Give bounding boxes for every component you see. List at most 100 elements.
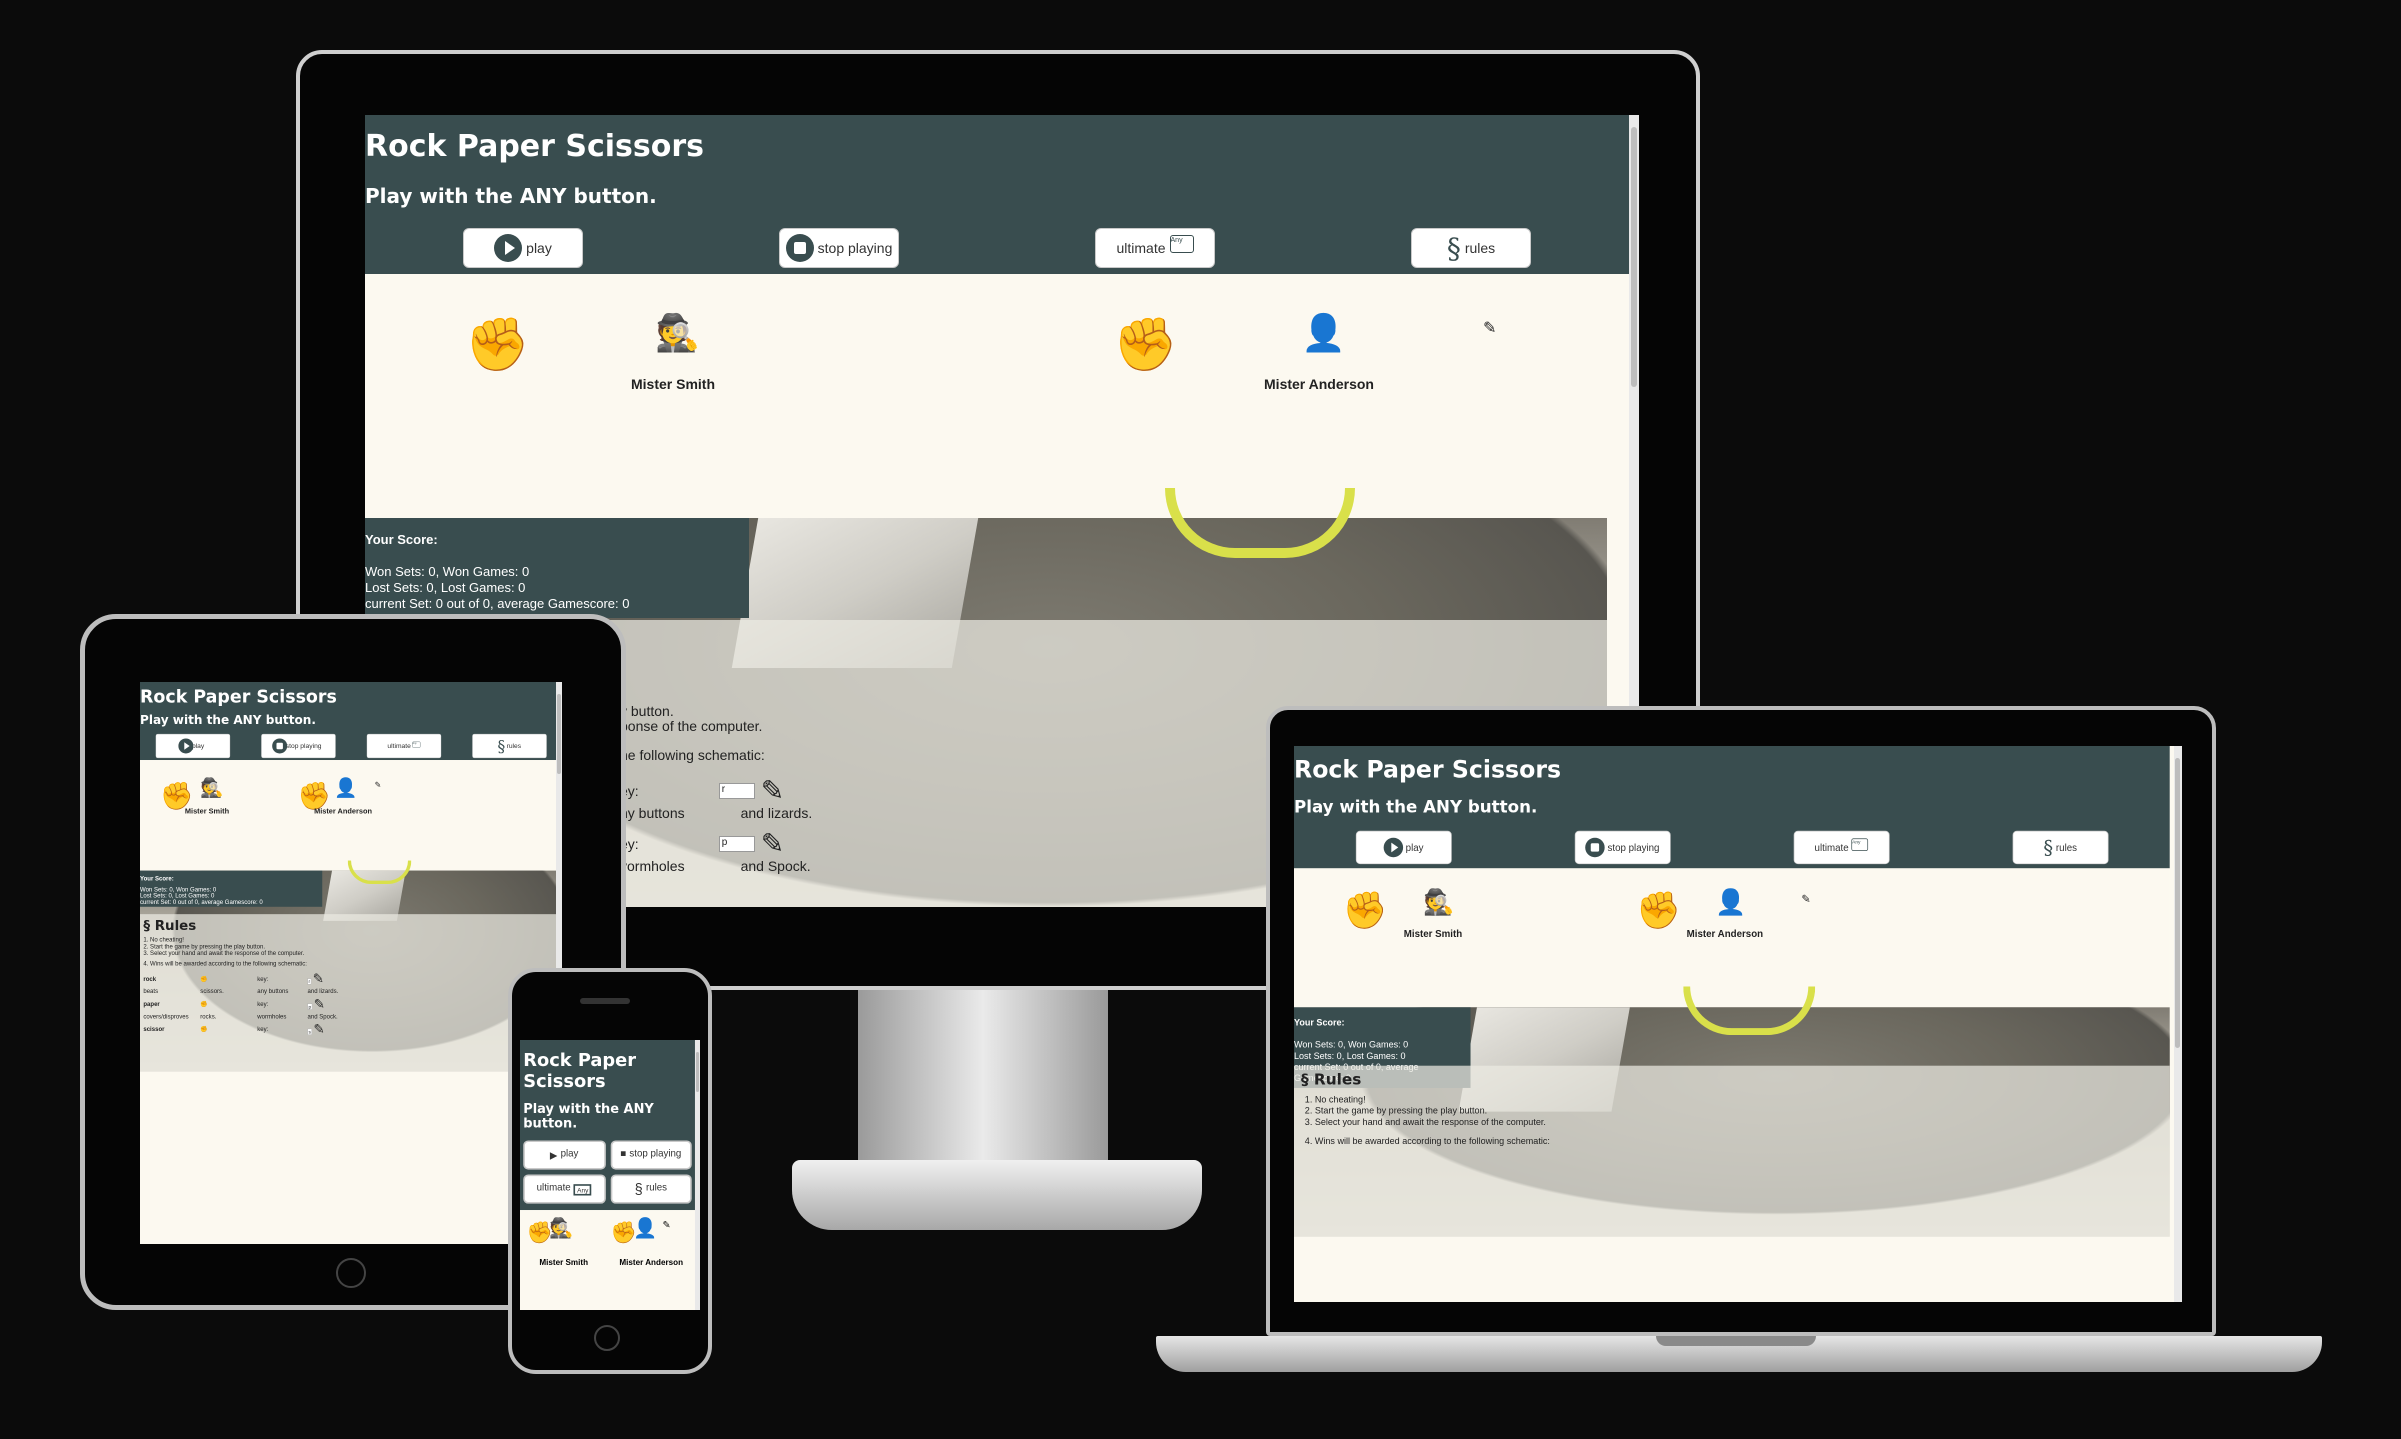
play-button[interactable]: ▶ play (523, 1140, 606, 1170)
rules-hand: paper (143, 1000, 160, 1008)
score-line-2: Lost Sets: 0, Lost Games: 0 (1294, 1050, 1406, 1061)
rule-item: Start the game by pressing the play butt… (1315, 1105, 1788, 1116)
left-player-name: Mister Smith (539, 1258, 589, 1269)
edit-icon[interactable]: ✎ (314, 1022, 325, 1037)
rules-button[interactable]: § rules (2012, 830, 2109, 865)
table-row: scissor ✊ key: s ✎ (143, 1021, 345, 1038)
stop-button-label: stop playing (629, 1150, 682, 1160)
play-button[interactable]: play (1355, 830, 1452, 865)
scrollbar-thumb[interactable] (2175, 758, 2180, 1048)
play-button[interactable]: play (155, 733, 230, 759)
tablet-home-button (336, 1258, 366, 1288)
rules-hand-icon: ✊ (200, 1025, 208, 1033)
user-tie-icon: 👤 (1715, 887, 1747, 917)
rules-key-label: key: (257, 1025, 269, 1033)
edit-icon[interactable]: ✎ (313, 971, 324, 986)
rules-partial-line-b: ponse of the computer. (620, 718, 763, 734)
ultimate-button[interactable]: ultimate Any (523, 1174, 606, 1204)
app-header: Rock Paper Scissors Play with the ANY bu… (365, 115, 1629, 274)
play-button-label: play (1405, 841, 1424, 854)
monitor-stand (858, 990, 1108, 1160)
control-buttons: ▶ play ■ stop playing ultimate Any § rules (523, 1140, 692, 1204)
stop-playing-button[interactable]: ■ stop playing (609, 1140, 692, 1170)
rules-key-label: key: (257, 1000, 269, 1008)
stop-playing-button[interactable]: stop playing (1574, 830, 1671, 865)
scrollbar-thumb[interactable] (1631, 127, 1637, 387)
rock-key-input[interactable]: r (307, 978, 312, 985)
paper-key-input[interactable]: p (307, 1003, 313, 1010)
scrollbar[interactable] (695, 1040, 700, 1310)
right-hand-icon: ✊ (1635, 890, 1681, 931)
paper-key-input[interactable]: p (718, 835, 755, 852)
table-row: covers/disproves rocks. wormholes and Sp… (143, 1012, 345, 1020)
score-panel: Your Score: Won Sets: 0, Won Games: 0 Lo… (140, 870, 323, 907)
rules-target: rocks. (200, 1012, 217, 1020)
rule-item: Select your hand and await the response … (150, 950, 545, 957)
scrollbar-thumb[interactable] (557, 694, 561, 774)
rules-button[interactable]: § rules (1411, 228, 1531, 268)
ultimate-button[interactable]: ultimate Any (366, 733, 441, 759)
rules-button-label: rules (645, 1184, 668, 1194)
ultimate-button[interactable]: ultimate Any (1793, 830, 1890, 865)
edit-name-icon[interactable]: ✎ (1801, 892, 1810, 906)
laptop-screen: Rock Paper Scissors Play with the ANY bu… (1294, 746, 2182, 1302)
ultimate-button[interactable]: ultimate Any (1095, 228, 1215, 268)
table-row: rock ✊ key: r ✎ (143, 970, 345, 987)
rules-hand-icon: ✊ (200, 975, 208, 982)
stop-button-label: stop playing (817, 240, 893, 256)
rule-item: Wins will be awarded according to the fo… (150, 960, 545, 967)
phone-screen: Rock Paper Scissors Play with the ANY bu… (520, 1040, 700, 1310)
edit-name-icon[interactable]: ✎ (1483, 318, 1496, 338)
page-title: Rock Paper Scissors (365, 129, 705, 164)
stop-playing-button[interactable]: stop playing (261, 733, 336, 759)
section-icon: § (1446, 231, 1461, 265)
user-tie-icon: 👤 (1301, 312, 1346, 353)
rules-heading: § Rules (1301, 1071, 1788, 1088)
rules-extra: any buttons (257, 987, 289, 995)
scrollbar[interactable] (2174, 746, 2182, 1302)
control-buttons: play stop playing ultimate Any § rules (1294, 830, 2170, 869)
rules-heading: § Rules (143, 918, 545, 933)
score-line-1: Won Sets: 0, Won Games: 0 (1294, 1039, 1409, 1050)
edit-name-icon[interactable]: ✎ (375, 780, 382, 790)
rules-extra: wormholes (257, 1012, 287, 1020)
page-title: Rock Paper Scissors (523, 1049, 637, 1092)
rules-partial-any-2: vormholes (620, 858, 685, 874)
rule-item: Wins will be awarded according to the fo… (1315, 1136, 1788, 1147)
edit-icon[interactable]: ✎ (761, 827, 784, 860)
monitor-base (792, 1160, 1202, 1230)
play-icon (1383, 837, 1403, 858)
rules-button[interactable]: § rules (472, 733, 547, 759)
rules-key-label: key: (257, 975, 269, 982)
play-button[interactable]: play (463, 228, 583, 268)
tablet-screen: Rock Paper Scissors Play with the ANY bu… (140, 682, 562, 1244)
rules-button-label: rules (506, 742, 522, 750)
edit-icon[interactable]: ✎ (314, 997, 325, 1012)
rules-table: rock ✊ key: r ✎ beats scissors. any butt… (143, 970, 345, 1037)
score-title: Your Score: (1294, 1017, 1345, 1028)
rules-heading-text: Rules (1313, 1071, 1362, 1089)
rules-button[interactable]: § rules (609, 1174, 692, 1204)
scrollbar-thumb[interactable] (696, 1052, 699, 1092)
rules-section: § Rules No cheating! Start the game by p… (143, 918, 545, 1037)
control-buttons: play stop playing ultimate Any § rules (365, 228, 1629, 274)
edit-name-icon[interactable]: ✎ (663, 1220, 671, 1231)
ultimate-button-label: ultimate (387, 742, 411, 750)
app-header: Rock Paper Scissors Play with the ANY bu… (1294, 746, 2170, 869)
laptop-app: Rock Paper Scissors Play with the ANY bu… (1294, 746, 2170, 1237)
section-icon: § (2043, 836, 2054, 859)
spy-icon: 🕵 (655, 312, 700, 353)
right-player-name: Mister Anderson (1264, 376, 1374, 392)
rules-target: scissors. (200, 987, 224, 995)
any-key-icon: Any (1169, 235, 1194, 253)
rock-key-input[interactable]: r (718, 782, 755, 799)
score-title: Your Score: (365, 532, 438, 547)
play-button-label: play (560, 1150, 579, 1160)
spy-icon: 🕵 (1423, 887, 1455, 917)
background-area: Your Score: Won Sets: 0, Won Games: 0 Lo… (1294, 986, 2170, 1237)
section-icon: § (634, 1180, 643, 1198)
stop-playing-button[interactable]: stop playing (779, 228, 899, 268)
laptop-notch (1656, 1336, 1816, 1346)
scissor-key-input[interactable]: s (307, 1028, 312, 1035)
edit-icon[interactable]: ✎ (761, 774, 784, 807)
